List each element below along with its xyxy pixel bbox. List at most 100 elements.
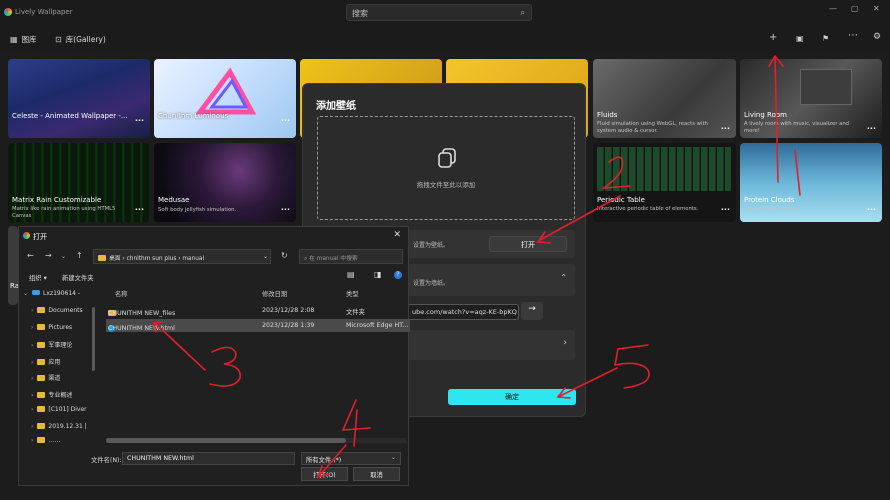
tab-library[interactable]: ▦ 图库 (10, 34, 37, 45)
tree-label: 应用 (48, 359, 61, 366)
maximize-icon[interactable]: ▢ (851, 4, 859, 13)
help-icon[interactable]: ? (394, 271, 402, 279)
folder-icon (37, 342, 46, 348)
tree-label: 2019.12.31 | (48, 423, 87, 430)
gear-icon[interactable]: ⚙ (873, 32, 881, 42)
refresh-icon[interactable]: ↻ (281, 251, 288, 260)
tree-item[interactable]: › 应用 (31, 357, 60, 366)
tree-label: [C101] Diver (48, 406, 87, 413)
folder-icon (37, 423, 46, 429)
card-subtitle: Interactive periodic table of elements. (597, 206, 699, 212)
card-menu-icon[interactable]: ··· (867, 124, 876, 133)
column-header-name[interactable]: 名称 (115, 289, 128, 298)
tree-scrollbar[interactable] (92, 307, 95, 371)
tree-item[interactable]: ⌄ Lxz190614 - (23, 290, 80, 297)
add-wallpaper-icon[interactable]: + (769, 32, 777, 43)
card-menu-icon[interactable]: ··· (721, 124, 730, 133)
dialog-title: 添加壁纸 (316, 101, 356, 112)
card-menu-icon[interactable]: ··· (281, 205, 290, 214)
card-menu-icon[interactable]: ··· (867, 205, 876, 214)
open-file-button[interactable]: 打开 (489, 236, 567, 252)
tree-item[interactable]: › Pictures (31, 324, 72, 331)
tab-gallery[interactable]: ⊡ 库(Gallery) (55, 34, 106, 45)
search-input[interactable]: 搜索 ⌕ (346, 4, 532, 21)
folder-icon (37, 307, 46, 313)
card-title: Celeste - Animated Wallpaper -... (12, 112, 128, 120)
confirm-button[interactable]: 确定 (448, 389, 576, 405)
wallpaper-card[interactable]: Matrix Rain Customizable Matrix like rai… (8, 143, 150, 222)
minimize-icon[interactable]: — (829, 4, 837, 13)
wallpaper-card[interactable]: Protein Clouds Customisable clouds ··· (740, 143, 882, 222)
wallpaper-card[interactable]: Chunithm Luminous ··· (154, 59, 296, 138)
file-name: CHUNITHM NEW.html (108, 325, 175, 332)
tree-item[interactable]: ›…… (31, 437, 60, 444)
tree-item[interactable]: › [C101] Diver (31, 406, 87, 413)
file-open-button[interactable]: 打开(O) (301, 467, 348, 481)
up-arrow-icon[interactable]: ↑ (76, 251, 83, 260)
wallpaper-card[interactable]: Living Room A lively room with music, vi… (740, 59, 882, 138)
card-title: Fluids (597, 111, 618, 119)
wallpaper-card[interactable]: Medusae Soft body jellyfish simulation. … (154, 143, 296, 222)
drop-zone[interactable]: 拖拽文件至此以添加 (317, 116, 575, 220)
close-icon[interactable]: ✕ (393, 230, 401, 240)
close-icon[interactable]: ✕ (873, 4, 880, 13)
app-title: Lively Wallpaper (15, 8, 73, 16)
card-title: Chunithm Luminous (158, 112, 229, 120)
folder-icon (37, 324, 46, 330)
app-logo-icon (4, 8, 12, 16)
column-header-type[interactable]: 类型 (346, 289, 359, 298)
file-row[interactable]: CHUNITHM NEW_files 2023/12/28 2:08 文件夹 (106, 304, 410, 317)
search-icon: ⌕ (520, 8, 525, 17)
card-title: Medusae (158, 196, 190, 204)
wallpaper-card[interactable]: Periodic Table Interactive periodic tabl… (593, 143, 736, 222)
card-menu-icon[interactable]: ··· (721, 205, 730, 214)
wallpaper-card[interactable]: Ra (8, 226, 18, 305)
folder-icon (37, 359, 46, 365)
flag-icon[interactable]: ⚑ (822, 34, 829, 43)
tree-item[interactable]: › 渠道 (31, 373, 60, 382)
periodic-grid-graphic (597, 147, 731, 191)
tree-item[interactable]: › 2019.12.31 | (31, 423, 87, 430)
wallpaper-card[interactable]: Celeste - Animated Wallpaper -... ··· (8, 59, 150, 138)
card-menu-icon[interactable]: ··· (281, 116, 290, 125)
tab-gallery-label: 库(Gallery) (65, 35, 106, 44)
file-search-input[interactable]: ⌕ 在 manual 中搜索 (299, 249, 403, 264)
tree-label: Documents (48, 307, 83, 314)
tree-item[interactable]: › 专业概述 (31, 390, 72, 399)
more-icon[interactable]: ⋯ (848, 30, 858, 41)
card-title: Periodic Table (597, 196, 645, 204)
chevron-up-icon[interactable]: ⌃ (560, 273, 567, 282)
horizontal-scrollbar[interactable] (106, 438, 406, 443)
chevron-down-icon[interactable]: ⌄ (61, 253, 66, 260)
monitor-icon[interactable]: ▣ (796, 34, 804, 43)
card-menu-icon[interactable]: ··· (135, 205, 144, 214)
card-subtitle: Fluid simulation using WebGL, reacts wit… (597, 121, 708, 134)
tree-item[interactable]: › Documents (31, 307, 83, 314)
file-date: 2023/12/28 2:08 (262, 307, 315, 314)
folder-icon (37, 392, 46, 398)
back-arrow-icon[interactable]: ← (27, 251, 34, 260)
file-cancel-button[interactable]: 取消 (353, 467, 400, 481)
scrollbar-thumb[interactable] (106, 438, 346, 443)
gallery-icon: ⊡ (55, 35, 62, 44)
column-header-date[interactable]: 修改日期 (262, 289, 287, 298)
card-title: Matrix Rain Customizable (12, 196, 102, 204)
tree-item[interactable]: › 军事理论 (31, 340, 72, 349)
tree-label: Lxz190614 - (43, 290, 81, 297)
new-folder-button[interactable]: 新建文件夹 (62, 273, 93, 282)
url-input[interactable]: ube.com/watch?v=aqz-KE-bpKQ (407, 304, 519, 320)
preview-pane-icon[interactable]: ◨ (374, 270, 382, 279)
filename-input[interactable]: CHUNITHM NEW.html (122, 452, 295, 465)
view-options-icon[interactable]: ▤ (347, 270, 355, 279)
url-go-button[interactable]: → (521, 302, 543, 320)
card-menu-icon[interactable]: ··· (135, 116, 144, 125)
forward-arrow-icon[interactable]: → (45, 251, 52, 260)
drop-hint: 拖拽文件至此以添加 (416, 181, 476, 189)
file-row[interactable]: CHUNITHM NEW.html 2023/12/28 1:39 Micros… (106, 319, 410, 332)
address-dropdown-icon[interactable]: ⌄ (263, 253, 268, 260)
filetype-select[interactable]: 所有文件 (*) ⌄ (301, 452, 401, 465)
address-bar[interactable]: 桌面 › chnithm sun plus › manual (93, 249, 271, 264)
chevron-right-icon: › (563, 338, 567, 348)
wallpaper-card[interactable]: Fluids Fluid simulation using WebGL, rea… (593, 59, 736, 138)
organize-menu[interactable]: 组织 ▾ (29, 273, 47, 282)
